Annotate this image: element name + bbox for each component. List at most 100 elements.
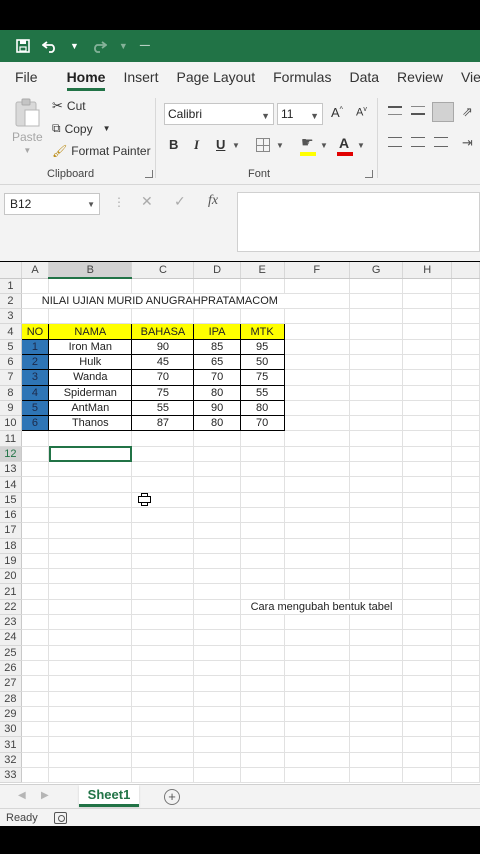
fill-color-icon[interactable]: ☛ xyxy=(301,134,314,151)
tab-review[interactable]: Review xyxy=(388,62,452,92)
shrink-font-button[interactable]: Av xyxy=(356,106,367,119)
cell-e16[interactable] xyxy=(240,507,285,524)
cell-h29[interactable] xyxy=(402,706,453,723)
cell-f9[interactable] xyxy=(284,400,350,417)
cell-d26[interactable] xyxy=(193,660,241,677)
align-top-icon[interactable] xyxy=(388,106,402,115)
cell-e26[interactable] xyxy=(240,660,285,677)
row-header-32[interactable]: 32 xyxy=(0,752,22,769)
cell-overflow[interactable] xyxy=(451,614,480,631)
cell-c32[interactable] xyxy=(131,752,195,769)
cell-d14[interactable] xyxy=(193,476,241,493)
cell-d11[interactable] xyxy=(193,430,241,447)
cell-a21[interactable] xyxy=(21,583,50,600)
cell-g9[interactable] xyxy=(349,400,404,417)
cell-overflow[interactable] xyxy=(451,599,480,616)
cell-f16[interactable] xyxy=(284,507,350,524)
row-header-29[interactable]: 29 xyxy=(0,706,22,723)
cell-d25[interactable] xyxy=(193,645,241,661)
row-header-8[interactable]: 8 xyxy=(0,385,22,401)
font-color-dropdown-icon[interactable]: ▼ xyxy=(357,141,365,150)
cell-h15[interactable] xyxy=(402,492,453,508)
cell-a22[interactable] xyxy=(21,599,50,616)
cell-h3[interactable] xyxy=(402,308,453,325)
row-number-cell[interactable]: 3 xyxy=(20,369,50,386)
orientation-icon[interactable]: ⇗ xyxy=(462,104,473,120)
cell-g28[interactable] xyxy=(349,691,404,707)
cell-b13[interactable] xyxy=(48,461,133,478)
row-header-10[interactable]: 10 xyxy=(0,415,22,432)
cell-overflow[interactable] xyxy=(451,430,480,447)
tab-page-layout[interactable]: Page Layout xyxy=(167,62,264,92)
cell-f28[interactable] xyxy=(284,691,350,707)
cell-e27[interactable] xyxy=(240,675,285,692)
copy-button[interactable]: ⧉ Copy ▼ xyxy=(52,121,111,136)
cell-c1[interactable] xyxy=(131,278,195,294)
cell-h25[interactable] xyxy=(402,645,453,661)
cell-c21[interactable] xyxy=(131,583,195,600)
cell-b31[interactable] xyxy=(48,736,133,753)
cell-d22[interactable] xyxy=(193,599,241,616)
row-header-21[interactable]: 21 xyxy=(0,583,22,600)
cell-g33[interactable] xyxy=(349,767,404,784)
align-left-icon[interactable] xyxy=(388,137,402,147)
cell-c17[interactable] xyxy=(131,522,195,539)
cell-f27[interactable] xyxy=(284,675,350,692)
cell-overflow[interactable] xyxy=(451,339,480,355)
cell-e31[interactable] xyxy=(240,736,285,753)
cell-h30[interactable] xyxy=(402,721,453,738)
cell-f20[interactable] xyxy=(284,568,350,585)
cell-h23[interactable] xyxy=(402,614,453,631)
cell-e1[interactable] xyxy=(240,278,285,294)
row-header-30[interactable]: 30 xyxy=(0,721,22,738)
cell-f1[interactable] xyxy=(284,278,350,294)
indent-icon[interactable]: ⇥ xyxy=(462,135,473,151)
cell-f29[interactable] xyxy=(284,706,350,723)
cell-c13[interactable] xyxy=(131,461,195,478)
row-header-28[interactable]: 28 xyxy=(0,691,22,707)
cell-f4[interactable] xyxy=(284,323,350,340)
prev-sheet-icon[interactable]: ◀ xyxy=(18,790,26,801)
cell-e13[interactable] xyxy=(240,461,285,478)
macro-record-icon[interactable] xyxy=(54,812,67,824)
cell-h33[interactable] xyxy=(402,767,453,784)
cell-e14[interactable] xyxy=(240,476,285,493)
row-header-15[interactable]: 15 xyxy=(0,492,22,508)
cell-a32[interactable] xyxy=(21,752,50,769)
cell-h1[interactable] xyxy=(402,278,453,294)
cell-g18[interactable] xyxy=(349,538,404,554)
cell-d19[interactable] xyxy=(193,553,241,570)
cell-h9[interactable] xyxy=(402,400,453,417)
cell-h24[interactable] xyxy=(402,629,453,646)
cell-f25[interactable] xyxy=(284,645,350,661)
row-header-9[interactable]: 9 xyxy=(0,400,22,417)
paste-button[interactable]: Paste ▼ xyxy=(12,98,43,155)
cell-a27[interactable] xyxy=(21,675,50,692)
select-all-corner[interactable] xyxy=(0,262,22,279)
cell-c16[interactable] xyxy=(131,507,195,524)
cell-c24[interactable] xyxy=(131,629,195,646)
align-bottom-icon[interactable] xyxy=(432,102,454,122)
row-header-25[interactable]: 25 xyxy=(0,645,22,661)
align-right-icon[interactable] xyxy=(434,137,448,147)
row-header-19[interactable]: 19 xyxy=(0,553,22,570)
cell-overflow[interactable] xyxy=(451,691,480,707)
cell-e33[interactable] xyxy=(240,767,285,784)
cell-b33[interactable] xyxy=(48,767,133,784)
row-header-17[interactable]: 17 xyxy=(0,522,22,539)
table-cell[interactable]: 85 xyxy=(193,338,241,355)
tab-data[interactable]: Data xyxy=(340,62,388,92)
cell-a28[interactable] xyxy=(21,691,50,707)
cell-g2[interactable] xyxy=(349,293,404,310)
cell-overflow[interactable] xyxy=(451,293,480,310)
cell-overflow[interactable] xyxy=(451,492,480,508)
undo-icon[interactable] xyxy=(42,39,58,53)
cell-a20[interactable] xyxy=(21,568,50,585)
table-cell[interactable]: 80 xyxy=(193,415,241,432)
cell-overflow[interactable] xyxy=(451,507,480,524)
cell-a1[interactable] xyxy=(21,278,50,294)
cell-overflow[interactable] xyxy=(451,369,480,386)
font-family-select[interactable]: Calibri ▼ xyxy=(164,103,274,125)
borders-icon[interactable] xyxy=(256,138,270,152)
grow-font-button[interactable]: A^ xyxy=(331,105,343,120)
